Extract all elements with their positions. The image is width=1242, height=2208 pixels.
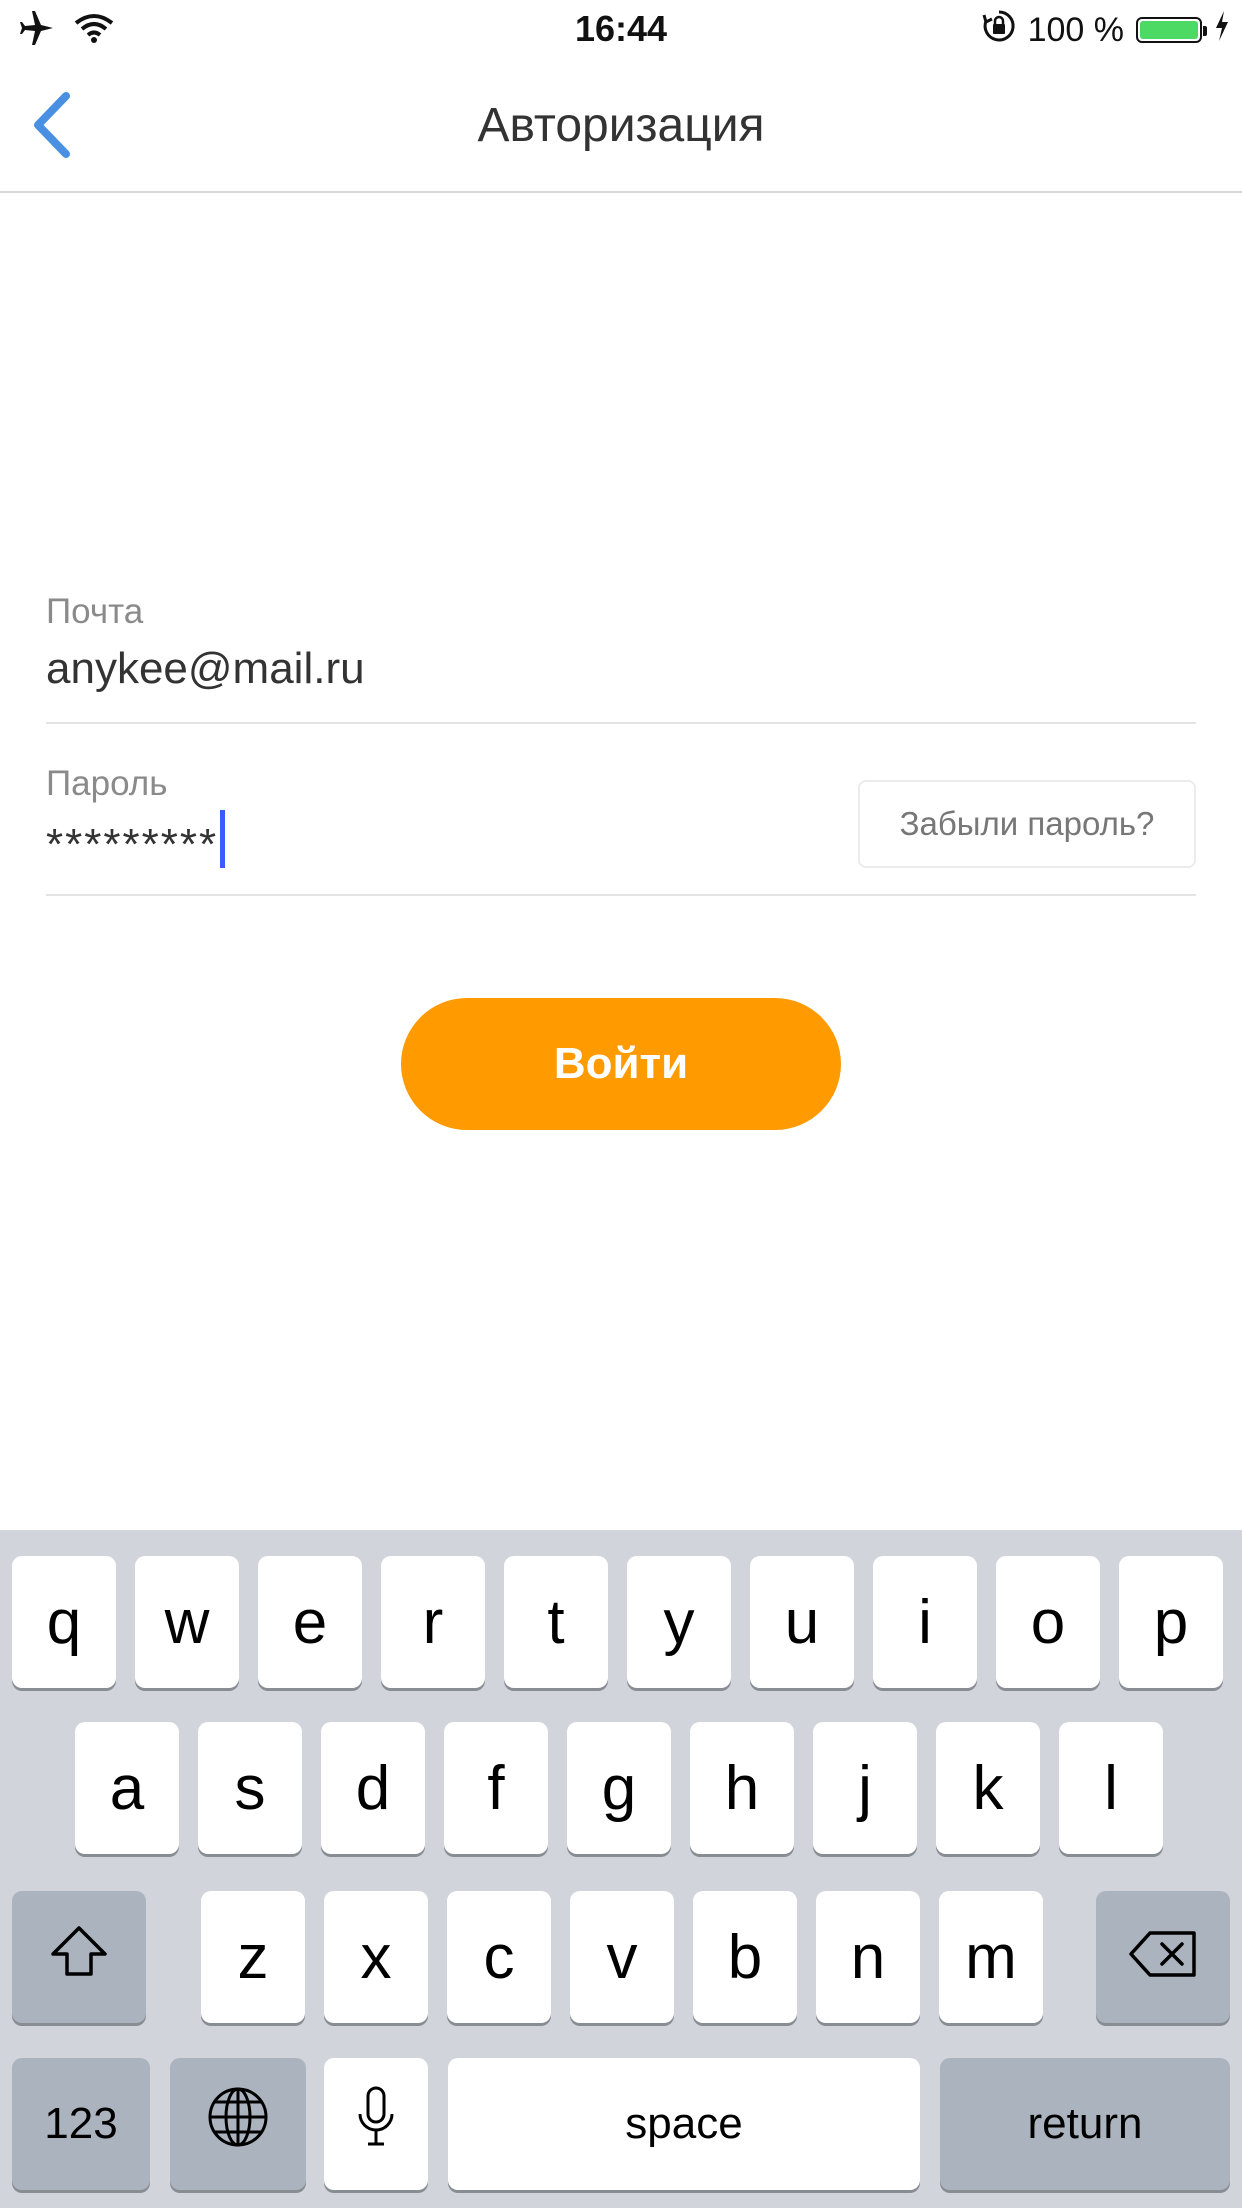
globe-key[interactable] [170,2058,306,2190]
email-label: Почта [46,592,144,631]
key-r[interactable]: r [381,1556,485,1688]
key-b[interactable]: b [693,1891,797,2023]
battery-icon [1136,17,1207,43]
key-t[interactable]: t [504,1556,608,1688]
key-d[interactable]: d [321,1722,425,1854]
password-field[interactable]: Пароль ********* Забыли пароль? [46,764,1196,896]
navigation-bar: Авторизация [0,60,1242,193]
key-k[interactable]: k [936,1722,1040,1854]
keyboard: 123 space return qwertyuiop asdfghjkl zxcv… [0,1530,1242,2208]
email-field[interactable]: Почта anykee@mail.ru [46,592,1196,724]
rotation-lock-icon [982,9,1016,52]
key-o[interactable]: o [996,1556,1100,1688]
key-q[interactable]: q [12,1556,116,1688]
key-s[interactable]: s [198,1722,302,1854]
key-l[interactable]: l [1059,1722,1163,1854]
key-w[interactable]: w [135,1556,239,1688]
battery-percent: 100 % [1027,10,1124,49]
key-j[interactable]: j [813,1722,917,1854]
key-a[interactable]: a [75,1722,179,1854]
key-g[interactable]: g [567,1722,671,1854]
space-key[interactable]: space [448,2058,920,2190]
key-n[interactable]: n [816,1891,920,2023]
text-caret [220,810,226,868]
key-y[interactable]: y [627,1556,731,1688]
key-h[interactable]: h [690,1722,794,1854]
shift-icon [49,1922,109,1993]
key-i[interactable]: i [873,1556,977,1688]
key-u[interactable]: u [750,1556,854,1688]
shift-key[interactable] [12,1891,146,2023]
microphone-icon [356,2086,396,2163]
forgot-password-button[interactable]: Забыли пароль? [858,780,1196,868]
page-title: Авторизация [477,99,765,152]
status-bar: 16:44 100 % [0,0,1242,60]
login-button[interactable]: Войти [401,998,841,1130]
key-f[interactable]: f [444,1722,548,1854]
backspace-key[interactable] [1096,1891,1230,2023]
key-m[interactable]: m [939,1891,1043,2023]
backspace-icon [1128,1922,1198,1993]
status-right: 100 % [982,8,1230,52]
key-z[interactable]: z [201,1891,305,2023]
key-v[interactable]: v [570,1891,674,2023]
charging-icon [1214,10,1230,50]
return-key[interactable]: return [940,2058,1230,2190]
globe-icon [207,2086,269,2163]
email-input[interactable]: anykee@mail.ru [46,644,1196,694]
key-p[interactable]: p [1119,1556,1223,1688]
microphone-key[interactable] [324,2058,428,2190]
password-value: ********* [46,820,219,869]
key-e[interactable]: e [258,1556,362,1688]
key-x[interactable]: x [324,1891,428,2023]
numbers-key[interactable]: 123 [12,2058,150,2190]
key-c[interactable]: c [447,1891,551,2023]
